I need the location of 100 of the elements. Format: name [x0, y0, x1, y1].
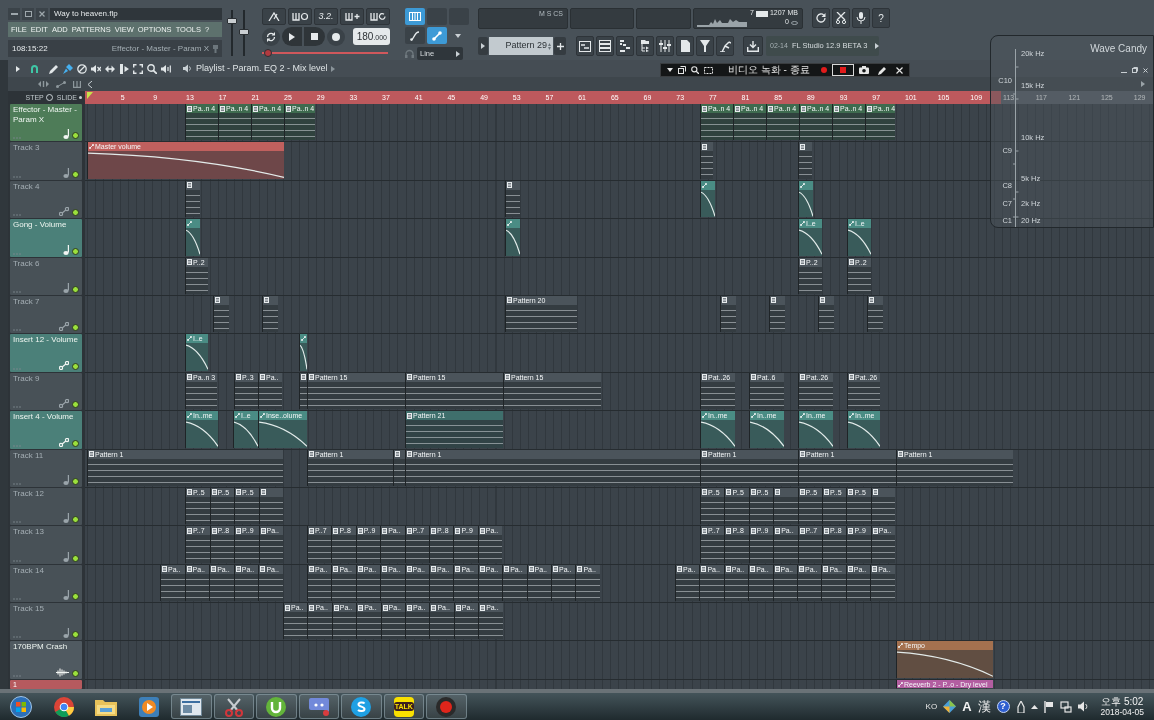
- circle-slash-icon[interactable]: [77, 63, 87, 74]
- curve-button[interactable]: [405, 27, 425, 44]
- slider-thumb[interactable]: [239, 29, 249, 36]
- browser-button[interactable]: [636, 36, 654, 56]
- pattern-song-toggle[interactable]: [262, 27, 280, 46]
- link-icon[interactable]: [56, 80, 66, 88]
- led-icon[interactable]: [72, 631, 79, 639]
- caret-down-icon[interactable]: [667, 68, 673, 72]
- track-header[interactable]: Insert 12 - Volume: [10, 334, 82, 372]
- caret-right-icon[interactable]: [16, 65, 20, 72]
- link-button[interactable]: [427, 27, 447, 44]
- pattern-clip[interactable]: [769, 295, 785, 333]
- record-button[interactable]: [326, 27, 345, 46]
- loop-record-button[interactable]: [366, 8, 390, 25]
- track-header[interactable]: Track 3: [10, 142, 82, 180]
- track-header[interactable]: Gong - Volume: [10, 219, 82, 257]
- led-icon[interactable]: [72, 477, 79, 485]
- automation-clip[interactable]: [700, 180, 715, 218]
- split-icon[interactable]: [119, 63, 129, 74]
- clock-date[interactable]: 2018-04-05: [1100, 706, 1144, 718]
- stop-recording-button[interactable]: [831, 64, 854, 76]
- track-header[interactable]: Effector - Master - Param X: [10, 104, 82, 142]
- led-icon[interactable]: [72, 593, 79, 601]
- countdown-button[interactable]: 3.2.: [314, 8, 338, 25]
- slider-thumb[interactable]: [264, 49, 273, 57]
- help-button[interactable]: ?: [872, 8, 890, 28]
- camera-icon[interactable]: [858, 66, 869, 74]
- wait-button[interactable]: [288, 8, 312, 25]
- caret-right-icon[interactable]: [330, 65, 335, 72]
- search-icon[interactable]: [691, 66, 699, 74]
- led-icon[interactable]: [72, 247, 79, 255]
- plugin-button[interactable]: [696, 36, 714, 56]
- led-icon[interactable]: [72, 285, 79, 293]
- close-button[interactable]: [36, 8, 48, 20]
- caret-up-icon[interactable]: [1030, 704, 1038, 709]
- cut-button[interactable]: [832, 8, 850, 28]
- track-header[interactable]: Track 7: [10, 295, 82, 334]
- close-icon[interactable]: [895, 66, 903, 74]
- magnet-icon[interactable]: [30, 64, 39, 73]
- flag-icon[interactable]: [1043, 700, 1054, 713]
- track-header[interactable]: Track 4: [10, 180, 82, 219]
- led-icon[interactable]: [72, 362, 79, 370]
- led-icon[interactable]: [72, 554, 79, 562]
- channel-rack-button[interactable]: [596, 36, 614, 56]
- pattern-clip[interactable]: [213, 295, 229, 333]
- automation-clip[interactable]: [185, 219, 200, 256]
- add-pattern-button[interactable]: [554, 37, 566, 55]
- keyboard-button[interactable]: [405, 8, 425, 25]
- track-header[interactable]: Insert 4 - Volume: [10, 411, 82, 449]
- tutor-button[interactable]: [716, 36, 734, 56]
- stretch-icon[interactable]: [38, 81, 49, 87]
- restore-button[interactable]: [1132, 67, 1138, 73]
- comb-icon[interactable]: [73, 80, 81, 88]
- track-header[interactable]: Track 6: [10, 257, 82, 295]
- automation-clip[interactable]: [798, 180, 813, 218]
- taskbar-button[interactable]: [171, 694, 212, 719]
- pattern-clip[interactable]: [798, 142, 812, 179]
- mixer-button[interactable]: [656, 36, 674, 56]
- led-icon[interactable]: [72, 170, 79, 178]
- pattern-clip[interactable]: [818, 295, 834, 333]
- led-icon[interactable]: [72, 324, 79, 332]
- piano-roll-button[interactable]: [616, 36, 634, 56]
- input-mode-indicator[interactable]: A: [962, 696, 972, 717]
- metronome-button[interactable]: [262, 8, 286, 25]
- led-icon[interactable]: [72, 209, 79, 217]
- pattern-clip[interactable]: [700, 142, 713, 179]
- track-header[interactable]: Track 12: [10, 487, 82, 526]
- project-button[interactable]: [676, 36, 694, 56]
- ring-icon[interactable]: [45, 94, 53, 101]
- pattern-clip[interactable]: [867, 295, 883, 333]
- speaker-icon[interactable]: [161, 63, 171, 74]
- double-arrow-icon[interactable]: [105, 63, 115, 74]
- caret-right-icon[interactable]: [1141, 81, 1145, 87]
- pattern-menu-button[interactable]: [478, 37, 488, 55]
- pattern-clip[interactable]: [262, 295, 278, 333]
- dashed-frame-icon[interactable]: [704, 66, 713, 74]
- track-header[interactable]: Track 13: [10, 526, 82, 564]
- pattern-clip[interactable]: [773, 487, 798, 525]
- led-icon[interactable]: [72, 132, 79, 140]
- led-icon[interactable]: [72, 669, 79, 677]
- refresh-button[interactable]: [812, 8, 830, 28]
- language-indicator[interactable]: KO: [925, 700, 938, 713]
- automation-clip[interactable]: [299, 334, 307, 371]
- close-button[interactable]: [1143, 67, 1148, 73]
- track-header[interactable]: Track 9: [10, 372, 82, 411]
- taskbar-button[interactable]: [256, 694, 297, 719]
- led-icon[interactable]: [72, 401, 79, 409]
- track-header[interactable]: 170BPM Crash: [10, 641, 82, 679]
- taskbar-button[interactable]: [341, 694, 382, 719]
- dot-icon[interactable]: [79, 96, 82, 99]
- slider-thumb[interactable]: [227, 18, 237, 24]
- caret-left-icon[interactable]: [88, 80, 92, 88]
- microphone-button[interactable]: [852, 8, 870, 28]
- minimize-button[interactable]: [8, 8, 20, 20]
- step-button[interactable]: [340, 8, 364, 25]
- brush-icon[interactable]: [63, 63, 73, 74]
- taskbar-button[interactable]: [213, 694, 254, 719]
- network-icon[interactable]: [1059, 700, 1072, 713]
- pattern-clip[interactable]: [720, 295, 736, 333]
- pattern-clip[interactable]: [185, 180, 200, 218]
